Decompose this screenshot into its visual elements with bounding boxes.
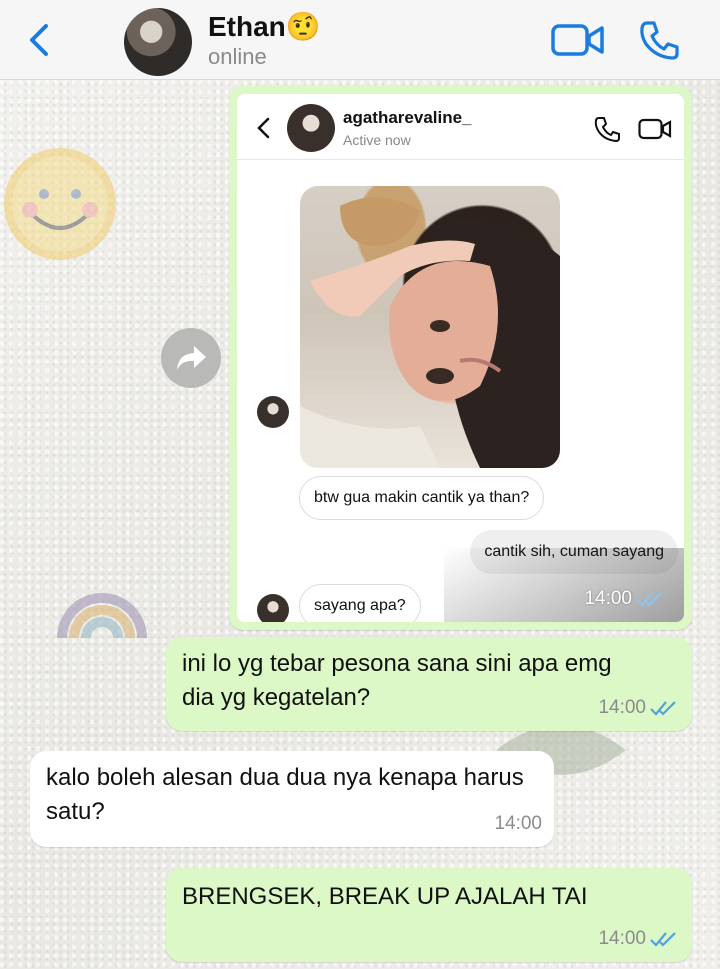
message-time: 14:00 bbox=[598, 928, 646, 949]
incoming-message[interactable]: kalo boleh alesan dua dua nya kenapa har… bbox=[30, 751, 554, 847]
message-meta: 14:00 bbox=[598, 922, 680, 956]
selfie-photo bbox=[300, 186, 560, 468]
forward-arrow-icon bbox=[177, 346, 206, 370]
double-check-icon bbox=[650, 701, 676, 716]
screenshot-header: agatharevaline_ Active now bbox=[237, 94, 684, 160]
screenshot-message-in: sayang apa? bbox=[299, 584, 421, 622]
message-meta: 14:00 bbox=[584, 588, 666, 610]
voice-call-button[interactable] bbox=[638, 18, 682, 62]
chevron-left-icon bbox=[257, 117, 270, 139]
video-camera-icon bbox=[638, 118, 672, 140]
outgoing-message[interactable]: BRENGSEK, BREAK UP AJALAH TAI 14:00 bbox=[166, 868, 692, 962]
screenshot-message-avatar bbox=[257, 594, 289, 622]
rainbow-sticker bbox=[52, 558, 152, 648]
outgoing-image-message[interactable]: agatharevaline_ Active now btw gua makin… bbox=[229, 86, 692, 630]
message-text: ini lo yg tebar pesona sana sini apa emg… bbox=[182, 650, 612, 711]
message-text: kalo boleh alesan dua dua nya kenapa har… bbox=[46, 764, 524, 825]
contact-name[interactable]: Ethan🤨 bbox=[208, 10, 321, 43]
forward-button[interactable] bbox=[161, 328, 221, 388]
screenshot-username: agatharevaline_ bbox=[343, 108, 472, 127]
smiley-sticker bbox=[4, 148, 116, 260]
message-time: 14:00 bbox=[494, 813, 542, 834]
screenshot-message-in: btw gua makin cantik ya than? bbox=[299, 476, 545, 520]
image-shade bbox=[444, 548, 684, 622]
phone-icon bbox=[640, 21, 679, 60]
video-call-button[interactable] bbox=[550, 20, 606, 60]
screenshot-message-avatar bbox=[257, 396, 289, 428]
contact-status: online bbox=[208, 44, 267, 69]
message-time: 14:00 bbox=[584, 588, 632, 609]
message-text: BRENGSEK, BREAK UP AJALAH TAI bbox=[182, 883, 588, 910]
message-meta: 14:00 bbox=[494, 807, 542, 841]
message-time: 14:00 bbox=[598, 697, 646, 718]
screenshot-avatar bbox=[287, 104, 335, 152]
chat-header: Ethan🤨 online bbox=[0, 0, 720, 80]
back-button[interactable] bbox=[24, 20, 54, 60]
double-check-icon bbox=[636, 592, 662, 607]
outgoing-message[interactable]: ini lo yg tebar pesona sana sini apa emg… bbox=[166, 637, 692, 731]
chevron-left-icon bbox=[30, 24, 48, 56]
screenshot-active-status: Active now bbox=[343, 132, 411, 148]
message-meta: 14:00 bbox=[598, 691, 680, 725]
phone-icon bbox=[594, 117, 620, 142]
video-camera-icon bbox=[551, 24, 604, 56]
contact-avatar[interactable] bbox=[124, 8, 192, 76]
double-check-icon bbox=[650, 932, 676, 947]
instagram-dm-screenshot[interactable]: agatharevaline_ Active now btw gua makin… bbox=[237, 94, 684, 622]
